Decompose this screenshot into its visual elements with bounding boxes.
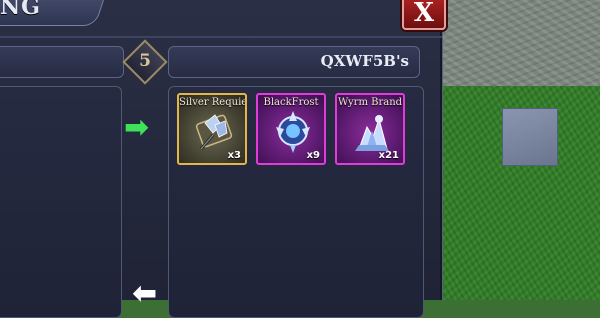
item-quantity: x3 [227, 150, 241, 161]
item-slot-blackfrost[interactable]: BlackFrost x9 [256, 93, 326, 165]
partner-offer-header: QXWF5B's [168, 46, 420, 78]
item-name: BlackFrost [263, 97, 319, 108]
item-quantity: x21 [378, 150, 399, 161]
partner-name: QXWF5B's [320, 52, 409, 70]
silver-requiem-icon [195, 114, 233, 150]
close-icon: X [413, 0, 435, 28]
header-divider [0, 36, 442, 38]
blackfrost-icon [276, 111, 310, 153]
item-name: Wyrm Brand [337, 97, 403, 108]
item-count: 5 [139, 51, 151, 71]
panel-title: NG [0, 0, 41, 18]
arrow-left-icon[interactable]: ⬅ [132, 279, 166, 309]
arrow-right-icon[interactable]: ➡ [124, 113, 158, 143]
close-button[interactable]: X [402, 0, 446, 30]
world-block [502, 108, 558, 166]
my-offer-header [0, 46, 124, 78]
wyrm-brand-icon [355, 115, 389, 151]
item-slot-wyrm-brand[interactable]: Wyrm Brand x21 [335, 93, 405, 165]
item-slot-silver-requiem[interactable]: Silver Requiem x3 [177, 93, 247, 165]
item-quantity: x9 [306, 150, 320, 161]
trade-panel: NG 5 QXWF5B's ➡ ⬅ Silver Requiem x3 Bla [0, 0, 443, 318]
my-offer-list[interactable] [0, 86, 122, 318]
item-name: Silver Requiem [179, 97, 245, 108]
